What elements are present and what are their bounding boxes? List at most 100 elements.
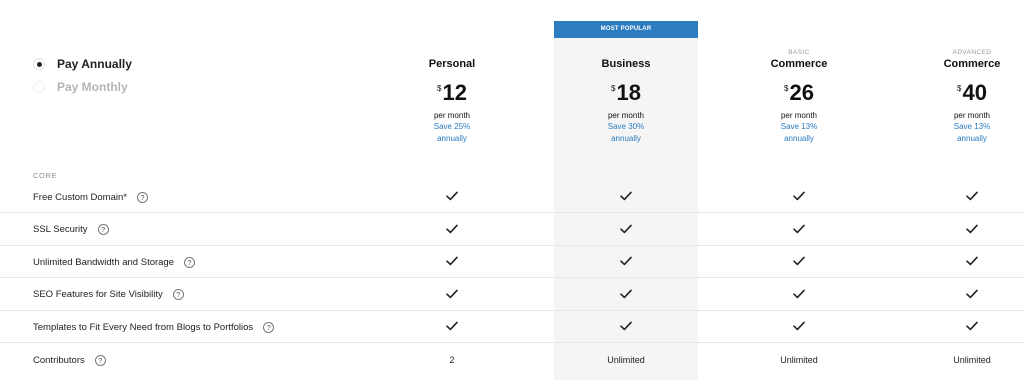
plan-price: $18 <box>554 81 698 107</box>
feature-cell <box>900 279 1024 311</box>
price-amount: 26 <box>789 80 814 105</box>
plan-tier-label: ADVANCED <box>952 49 992 56</box>
feature-cell <box>380 181 524 213</box>
feature-cell <box>727 279 871 311</box>
checkmark-icon <box>793 289 805 301</box>
savings-annually: annually <box>784 134 814 143</box>
feature-cell: 2 <box>380 344 524 376</box>
pay-annually-label: Pay Annually <box>57 57 132 71</box>
checkmark-icon <box>620 224 632 236</box>
pay-annually-radio[interactable] <box>33 58 45 70</box>
pay-annually-option[interactable]: Pay Annually <box>33 53 132 75</box>
help-icon[interactable]: ? <box>263 321 275 333</box>
checkmark-icon <box>446 191 458 203</box>
price-amount: 18 <box>616 80 641 105</box>
section-label-core: CORE <box>33 171 58 180</box>
feature-label: SEO Features for Site Visibility <box>33 289 163 301</box>
feature-name: SSL Security? <box>33 214 109 246</box>
checkmark-icon <box>620 256 632 268</box>
plan-tier-label <box>380 49 524 57</box>
feature-label: Contributors <box>33 354 85 366</box>
feature-row-seo-features-for-site-visibility: SEO Features for Site Visibility? <box>0 279 1024 311</box>
feature-name: Contributors? <box>33 344 106 376</box>
price-amount: 12 <box>442 80 467 105</box>
currency-symbol: $ <box>611 84 616 93</box>
currency-symbol: $ <box>957 84 962 93</box>
feature-cell <box>727 246 871 278</box>
help-icon[interactable]: ? <box>136 191 148 203</box>
savings-line: Save 25% <box>433 122 471 131</box>
feature-cell <box>554 214 698 246</box>
help-icon[interactable]: ? <box>97 224 109 236</box>
plan-name: Business <box>601 58 651 70</box>
checkmark-icon <box>793 321 805 333</box>
plan-price: $12 <box>380 81 524 107</box>
feature-cell <box>727 181 871 213</box>
plan-name: Commerce <box>770 58 828 70</box>
feature-value: Unlimited <box>953 355 991 365</box>
price-period: per month <box>780 111 818 120</box>
feature-row-ssl-security: SSL Security? <box>0 214 1024 246</box>
feature-cell <box>380 246 524 278</box>
checkmark-icon <box>793 224 805 236</box>
price-period: per month <box>433 111 471 120</box>
savings-line: Save 13% <box>780 122 818 131</box>
savings-line: Save 30% <box>607 122 645 131</box>
feature-value: Unlimited <box>607 355 645 365</box>
pay-monthly-option[interactable]: Pay Monthly <box>33 76 132 98</box>
feature-cell: Unlimited <box>554 344 698 376</box>
currency-symbol: $ <box>784 84 789 93</box>
savings-annually: annually <box>437 134 467 143</box>
plan-tier-label: BASIC <box>788 49 810 56</box>
feature-cell <box>380 279 524 311</box>
feature-cell <box>554 279 698 311</box>
plan-header-basic-commerce: BASIC Commerce $26 per month Save 13% annuall… <box>727 49 871 144</box>
feature-cell <box>900 181 1024 213</box>
price-period: per month <box>953 111 991 120</box>
help-icon[interactable]: ? <box>94 354 106 366</box>
plan-tier-label <box>554 49 698 57</box>
plan-header-business: Business $18 per month Save 30% annually <box>554 49 698 144</box>
feature-value: 2 <box>449 355 455 365</box>
checkmark-icon <box>966 289 978 301</box>
price-amount: 40 <box>962 80 987 105</box>
help-icon[interactable]: ? <box>172 289 184 301</box>
most-popular-badge: MOST POPULAR <box>554 21 698 38</box>
feature-cell <box>727 311 871 343</box>
checkmark-icon <box>620 289 632 301</box>
feature-cell <box>727 214 871 246</box>
feature-cell <box>554 311 698 343</box>
checkmark-icon <box>966 191 978 203</box>
help-icon[interactable]: ? <box>184 256 196 268</box>
feature-row-unlimited-bandwidth-and-storage: Unlimited Bandwidth and Storage? <box>0 246 1024 279</box>
feature-row-templates-to-fit-every-need-from-blogs-to-portfolios: Templates to Fit Every Need from Blogs t… <box>0 311 1024 344</box>
currency-symbol: $ <box>437 84 442 93</box>
billing-toggle[interactable]: Pay Annually Pay Monthly <box>33 53 132 99</box>
checkmark-icon <box>793 191 805 203</box>
checkmark-icon <box>620 321 632 333</box>
feature-cell <box>554 246 698 278</box>
feature-label: Unlimited Bandwidth and Storage <box>33 256 175 268</box>
feature-cell: Unlimited <box>727 344 871 376</box>
checkmark-icon <box>966 224 978 236</box>
checkmark-icon <box>446 256 458 268</box>
checkmark-icon <box>966 321 978 333</box>
feature-value: Unlimited <box>780 355 818 365</box>
feature-cell <box>380 311 524 343</box>
checkmark-icon <box>966 256 978 268</box>
savings-annually: annually <box>611 134 641 143</box>
pay-monthly-radio[interactable] <box>33 81 45 93</box>
feature-name: Templates to Fit Every Need from Blogs t… <box>33 311 275 343</box>
feature-name: SEO Features for Site Visibility? <box>33 279 184 311</box>
feature-cell <box>554 181 698 213</box>
feature-label: Free Custom Domain* <box>33 191 127 203</box>
feature-label: SSL Security <box>33 224 88 236</box>
feature-name: Unlimited Bandwidth and Storage? <box>33 246 196 278</box>
checkmark-icon <box>446 289 458 301</box>
checkmark-icon <box>446 224 458 236</box>
plan-price: $26 <box>727 81 871 107</box>
feature-name: Free Custom Domain*? <box>33 181 148 213</box>
feature-cell <box>380 214 524 246</box>
plan-name: Personal <box>428 58 476 70</box>
plan-name: Commerce <box>943 58 1001 70</box>
